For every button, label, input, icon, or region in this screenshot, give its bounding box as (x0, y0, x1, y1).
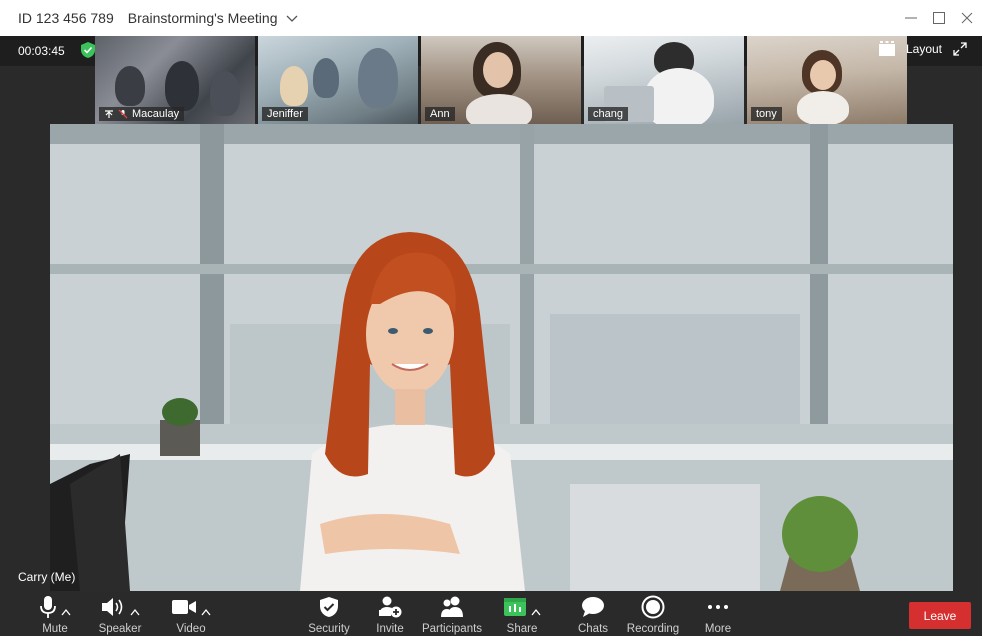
speaker-icon[interactable] (100, 596, 126, 618)
title-bar: ID 123 456 789 Brainstorming's Meeting (0, 0, 982, 36)
participant-name: tony (756, 108, 777, 120)
participant-label: tony (751, 107, 782, 121)
leave-button[interactable]: Leave (909, 602, 971, 629)
layout-label[interactable]: Layout (906, 42, 942, 56)
pin-icon (104, 109, 114, 119)
participants-label: Participants (421, 623, 483, 635)
more-label: More (704, 623, 732, 635)
share-screen-icon[interactable] (503, 597, 527, 617)
security-button[interactable]: Security (304, 591, 354, 636)
layout-control[interactable]: Layout (878, 41, 968, 57)
participants-icon[interactable] (439, 596, 465, 618)
more-dots-icon[interactable] (706, 603, 730, 611)
microphone-icon[interactable] (39, 595, 57, 619)
encrypted-shield-icon[interactable] (80, 41, 96, 59)
recording-button[interactable]: Recording (623, 591, 683, 636)
record-icon[interactable] (641, 595, 665, 619)
mute-label: Mute (42, 623, 68, 635)
minimize-icon[interactable] (904, 11, 918, 25)
participant-tile[interactable]: Ann (421, 36, 581, 124)
main-video[interactable] (50, 124, 953, 591)
participant-label: chang (588, 107, 628, 121)
video-options-chevron-icon[interactable] (201, 603, 211, 616)
invite-button[interactable]: Invite (370, 591, 410, 636)
mute-button[interactable]: Mute (30, 591, 80, 636)
close-icon[interactable] (960, 11, 974, 25)
self-video-label: Carry (Me) (18, 570, 76, 584)
video-label: Video (176, 623, 206, 635)
video-camera-icon[interactable] (171, 598, 197, 616)
invite-label: Invite (376, 623, 404, 635)
mute-options-chevron-icon[interactable] (61, 603, 71, 616)
chats-button[interactable]: Chats (573, 591, 613, 636)
video-button[interactable]: Video (165, 591, 217, 636)
muted-mic-icon (118, 109, 128, 119)
fullscreen-icon[interactable] (952, 41, 968, 57)
share-button[interactable]: Share (497, 591, 547, 636)
window-controls (904, 0, 974, 36)
share-label: Share (506, 623, 538, 635)
meeting-stage: 00:03:45 Macaulay Jeniffer Ann chang ton… (0, 36, 982, 591)
participant-label: Ann (425, 107, 455, 121)
participant-name: Macaulay (132, 108, 180, 120)
participant-name: chang (593, 108, 623, 120)
share-options-chevron-icon[interactable] (531, 603, 541, 616)
participant-label: Jeniffer (262, 107, 308, 121)
participant-name: Jeniffer (267, 108, 303, 120)
meeting-toolbar: Mute Speaker Video Security Invite Parti… (0, 591, 982, 636)
speaker-video-frame (50, 124, 953, 591)
speaker-options-chevron-icon[interactable] (130, 603, 140, 616)
security-label: Security (308, 623, 350, 635)
participant-name: Ann (430, 108, 450, 120)
speaker-button[interactable]: Speaker (92, 591, 148, 636)
participant-tile[interactable]: Macaulay (95, 36, 255, 124)
meeting-id: ID 123 456 789 (18, 10, 114, 26)
speaker-label: Speaker (98, 623, 142, 635)
chevron-down-icon[interactable] (285, 11, 299, 25)
participant-label: Macaulay (99, 107, 185, 121)
maximize-icon[interactable] (932, 11, 946, 25)
chat-bubble-icon[interactable] (581, 596, 605, 618)
participant-strip: Macaulay Jeniffer Ann chang tony (95, 36, 907, 124)
participants-button[interactable]: Participants (418, 591, 486, 636)
meeting-timer: 00:03:45 (18, 44, 65, 58)
participant-tile[interactable]: Jeniffer (258, 36, 418, 124)
security-shield-icon[interactable] (319, 596, 339, 618)
more-button[interactable]: More (699, 591, 737, 636)
participant-tile[interactable]: chang (584, 36, 744, 124)
layout-grid-icon[interactable] (878, 41, 896, 57)
meeting-name[interactable]: Brainstorming's Meeting (128, 10, 278, 26)
invite-person-icon[interactable] (378, 596, 402, 618)
recording-label: Recording (626, 623, 680, 635)
chats-label: Chats (577, 623, 609, 635)
